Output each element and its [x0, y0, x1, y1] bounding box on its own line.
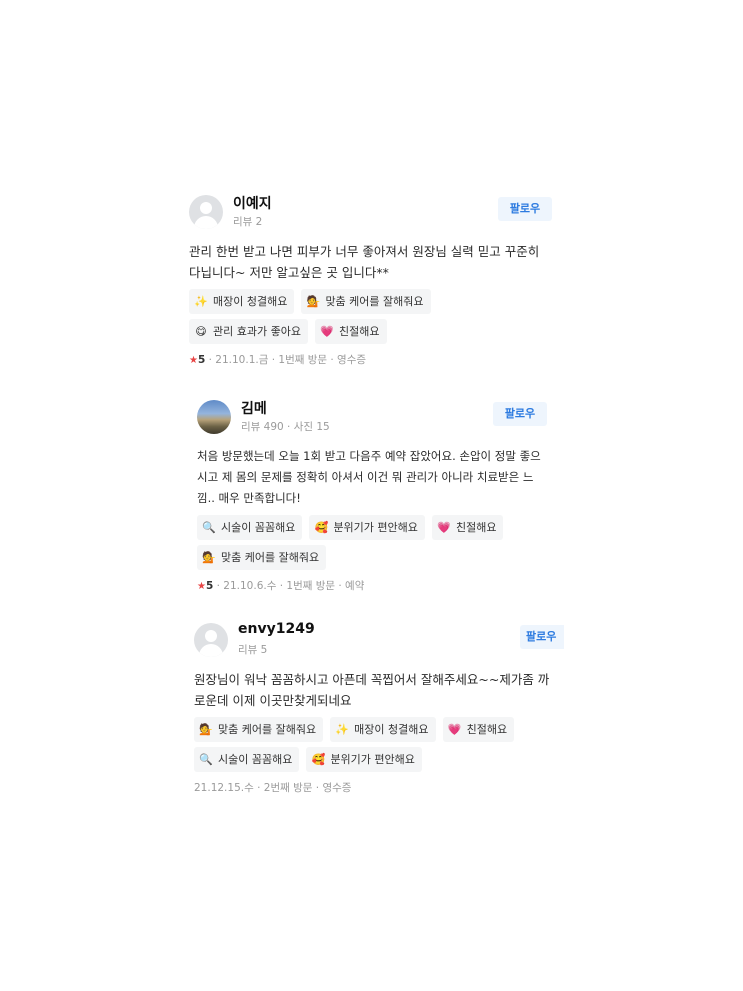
tag-label: 맞춤 케어를 잘해줘요	[218, 723, 317, 736]
review-card: 김메 리뷰 490 · 사진 15 팔로우 처음 방문했는데 오늘 1회 받고 …	[197, 400, 547, 593]
avatar[interactable]	[197, 400, 231, 434]
keyword-tag: 💁 맞춤 케어를 잘해줘요	[194, 717, 324, 742]
review-footer: 21.12.15.수 · 2번째 방문 · 영수증	[194, 780, 554, 795]
keyword-tag: 🔍 시술이 꼼꼼해요	[194, 747, 300, 772]
keyword-tag: 💗 친절해요	[442, 717, 515, 742]
visit-info: · 21.10.6.수 · 1번째 방문 · 예약	[216, 580, 365, 592]
review-text: 처음 방문했는데 오늘 1회 받고 다음주 예약 잡았어요. 손압이 정말 좋으…	[197, 449, 541, 505]
sparkles-icon: ✨	[194, 295, 208, 308]
reviewer-meta: 리뷰 2	[233, 216, 263, 228]
keyword-tag: 💁 맞춤 케어를 잘해줘요	[197, 545, 327, 570]
yum-face-icon: 😋	[195, 325, 207, 338]
keyword-tag: 😋 관리 효과가 좋아요	[189, 319, 308, 344]
reviewer-meta: 리뷰 490 · 사진 15	[241, 421, 330, 433]
keyword-tag: 💗 친절해요	[315, 319, 387, 344]
keyword-tag: ✨ 매장이 청결해요	[189, 289, 295, 314]
tag-label: 분위기가 편안해요	[333, 521, 418, 534]
smiling-hearts-icon: 🥰	[314, 521, 329, 534]
tag-label: 매장이 청결해요	[354, 723, 429, 736]
heart-icon: 💗	[447, 723, 462, 736]
star-icon: ★	[189, 355, 198, 366]
sparkles-icon: ✨	[335, 723, 350, 736]
magnifier-icon: 🔍	[199, 753, 213, 766]
review-card: envy1249 리뷰 5 팔로우 원장님이 워낙 꼼꼼하시고 아픈데 꼭찝어서…	[194, 621, 564, 795]
tag-label: 친절해요	[466, 723, 508, 736]
keyword-tag: ✨ 매장이 청결해요	[330, 717, 436, 742]
tag-label: 맞춤 케어를 잘해줘요	[325, 295, 424, 308]
person-tipping-hand-icon: 💁	[202, 551, 216, 564]
rating-value: 5	[205, 580, 214, 592]
visit-info: 21.12.15.수 · 2번째 방문 · 영수증	[194, 782, 352, 794]
follow-button[interactable]: 팔로우	[520, 625, 564, 649]
keyword-tag: 🔍 시술이 꼼꼼해요	[197, 515, 303, 540]
keyword-tag: 💗 친절해요	[432, 515, 504, 540]
person-tipping-hand-icon: 💁	[306, 295, 321, 308]
reviewer-name[interactable]: envy1249	[238, 621, 315, 637]
visit-info: · 21.10.1.금 · 1번째 방문 · 영수증	[208, 354, 367, 366]
keyword-tags: 🔍 시술이 꼼꼼해요 🥰 분위기가 편안해요 💗 친절해요 💁 맞춤 케어를 잘해줘요	[197, 515, 547, 575]
keyword-tag: 🥰 분위기가 편안해요	[306, 747, 422, 772]
keyword-tag: 🥰 분위기가 편안해요	[309, 515, 425, 540]
reviewer-meta: 리뷰 5	[238, 644, 268, 656]
review-header: 김메 리뷰 490 · 사진 15 팔로우	[197, 400, 547, 444]
review-card: 이예지 리뷰 2 팔로우 관리 한번 받고 나면 피부가 너무 좋아져서 원장님…	[189, 195, 552, 367]
rating-value: 5	[197, 354, 206, 366]
heart-icon: 💗	[320, 325, 334, 338]
review-footer: ★5 · 21.10.6.수 · 1번째 방문 · 예약	[197, 578, 547, 593]
heart-icon: 💗	[437, 521, 451, 534]
tag-label: 친절해요	[456, 521, 497, 534]
tag-label: 분위기가 편안해요	[330, 753, 415, 766]
follow-button[interactable]: 팔로우	[493, 402, 547, 426]
keyword-tag: 💁 맞춤 케어를 잘해줘요	[301, 289, 431, 314]
person-tipping-hand-icon: 💁	[199, 723, 213, 736]
tag-label: 시술이 꼼꼼해요	[218, 753, 293, 766]
tag-label: 시술이 꼼꼼해요	[221, 521, 296, 534]
review-header: envy1249 리뷰 5 팔로우	[194, 621, 564, 667]
review-footer: ★5 · 21.10.1.금 · 1번째 방문 · 영수증	[189, 352, 552, 367]
tag-label: 맞춤 케어를 잘해줘요	[221, 551, 320, 564]
tag-label: 관리 효과가 좋아요	[213, 325, 301, 338]
follow-button[interactable]: 팔로우	[498, 197, 552, 221]
reviewer-name[interactable]: 김메	[241, 398, 267, 418]
keyword-tags: ✨ 매장이 청결해요 💁 맞춤 케어를 잘해줘요 😋 관리 효과가 좋아요 💗 친절해요	[189, 289, 552, 349]
star-icon: ★	[197, 581, 206, 592]
smiling-hearts-icon: 🥰	[311, 753, 326, 766]
keyword-tags: 💁 맞춤 케어를 잘해줘요 ✨ 매장이 청결해요 💗 친절해요 🔍 시술이 꼼꼼해요 🥰…	[194, 717, 554, 777]
tag-label: 친절해요	[339, 325, 380, 338]
reviewer-name[interactable]: 이예지	[233, 193, 272, 213]
avatar[interactable]	[189, 195, 223, 229]
avatar[interactable]	[194, 623, 228, 657]
tag-label: 매장이 청결해요	[213, 295, 288, 308]
review-text: 원장님이 워낙 꼼꼼하시고 아픈데 꼭찝어서 잘해주세요~~제가좀 까로운데 이…	[194, 672, 550, 708]
review-text: 관리 한번 받고 나면 피부가 너무 좋아져서 원장님 실력 믿고 꾸준히 다닙…	[189, 244, 540, 280]
magnifier-icon: 🔍	[202, 521, 216, 534]
review-header: 이예지 리뷰 2 팔로우	[189, 195, 552, 239]
